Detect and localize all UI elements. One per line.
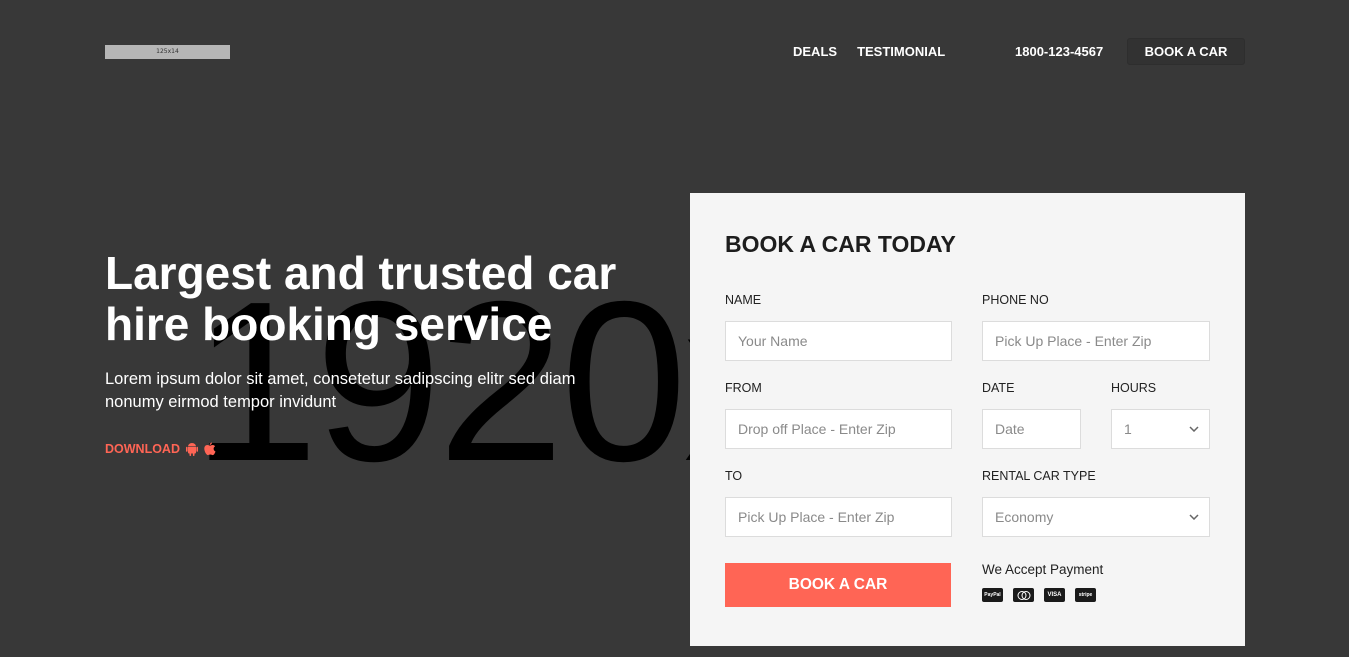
rental-type-value: Economy (995, 509, 1054, 525)
visa-icon: VISA (1044, 588, 1065, 602)
hours-value: 1 (1124, 421, 1132, 437)
main-nav: DEALS TESTIMONIAL (793, 44, 945, 59)
header-book-car-button[interactable]: BOOK A CAR (1127, 38, 1245, 65)
date-input[interactable]: Date (982, 409, 1081, 449)
nav-deals[interactable]: DEALS (793, 44, 837, 59)
rental-type-select[interactable]: Economy (982, 497, 1210, 537)
hero-subtitle: Lorem ipsum dolor sit amet, consetetur s… (105, 370, 576, 411)
mastercard-icon (1013, 588, 1034, 602)
name-input[interactable]: Your Name (725, 321, 952, 361)
to-label: TO (725, 469, 743, 483)
hours-label: HOURS (1111, 381, 1157, 395)
apple-icon[interactable] (204, 442, 216, 456)
from-label: FROM (725, 381, 762, 395)
phone-label: PHONE NO (982, 293, 1049, 307)
phone-input[interactable]: Pick Up Place - Enter Zip (982, 321, 1210, 361)
book-car-submit-button[interactable]: BOOK A CAR (725, 563, 951, 607)
chevron-down-icon (1189, 514, 1199, 520)
payment-label: We Accept Payment (982, 562, 1104, 577)
payment-icons: PayPal VISA stripe (982, 588, 1096, 602)
name-label: NAME (725, 293, 762, 307)
download-links: DOWNLOAD (105, 442, 216, 456)
rental-type-label: RENTAL CAR TYPE (982, 469, 1096, 483)
booking-form-card: BOOK A CAR TODAY NAME Your Name PHONE NO… (690, 193, 1245, 646)
hero-title: Largest and trusted car hire booking ser… (105, 247, 617, 350)
form-title: BOOK A CAR TODAY (725, 231, 956, 257)
chevron-down-icon (1189, 426, 1199, 432)
date-label: DATE (982, 381, 1015, 395)
hours-select[interactable]: 1 (1111, 409, 1210, 449)
nav-testimonial[interactable]: TESTIMONIAL (857, 44, 945, 59)
download-label: DOWNLOAD (105, 442, 180, 456)
to-input[interactable]: Pick Up Place - Enter Zip (725, 497, 952, 537)
stripe-icon: stripe (1075, 588, 1096, 602)
paypal-icon: PayPal (982, 588, 1003, 602)
logo[interactable]: 125x14 (105, 45, 230, 59)
from-input[interactable]: Drop off Place - Enter Zip (725, 409, 952, 449)
android-icon[interactable] (186, 442, 198, 456)
phone-number-link[interactable]: 1800-123-4567 (1015, 44, 1103, 59)
